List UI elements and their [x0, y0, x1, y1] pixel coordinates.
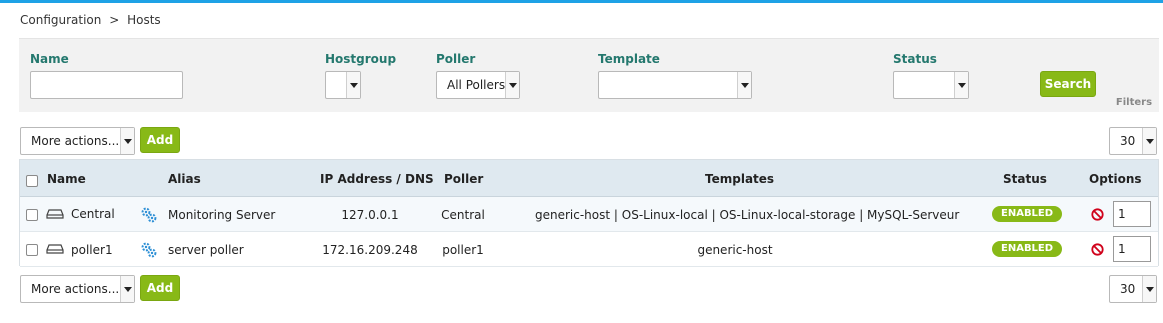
breadcrumb-hosts[interactable]: Hosts	[127, 13, 161, 27]
hosts-table: Name Alias IP Address / DNS Poller Templ…	[19, 159, 1159, 267]
disable-icon[interactable]	[1091, 243, 1104, 256]
add-button-top[interactable]: Add	[140, 127, 180, 153]
add-button-bottom[interactable]: Add	[140, 275, 180, 301]
page-size-value: 30	[1120, 282, 1136, 296]
hostgroup-select[interactable]	[325, 71, 361, 99]
breadcrumb-separator: >	[109, 13, 120, 27]
host-name-link[interactable]: Central	[71, 207, 115, 221]
row-checkbox[interactable]	[26, 244, 38, 256]
chevron-down-icon	[346, 72, 360, 98]
gear-services-icon[interactable]	[140, 206, 158, 224]
header-options: Options	[1089, 172, 1142, 186]
table-header: Name Alias IP Address / DNS Poller Templ…	[20, 160, 1158, 197]
name-filter-input[interactable]	[30, 71, 183, 99]
host-alias: server poller	[168, 243, 244, 257]
header-poller[interactable]: Poller	[444, 172, 483, 186]
chevron-down-icon	[954, 72, 968, 98]
host-poller: poller1	[442, 243, 484, 257]
chevron-down-icon	[120, 276, 134, 302]
chevron-down-icon	[1142, 128, 1156, 154]
more-actions-select-top[interactable]: More actions...	[20, 127, 135, 155]
duplicate-count-input[interactable]: 1	[1113, 236, 1151, 262]
chevron-down-icon	[505, 72, 519, 98]
name-filter-label: Name	[30, 52, 69, 66]
chevron-down-icon	[1142, 276, 1156, 302]
header-templates[interactable]: Templates	[705, 172, 774, 186]
chevron-down-icon	[737, 72, 751, 98]
table-row: Central Monitoring Server 127.0.0.1 Cent…	[20, 197, 1158, 232]
host-poller: Central	[441, 208, 485, 222]
page-size-value: 30	[1120, 134, 1136, 148]
template-select[interactable]	[598, 71, 752, 99]
select-all-checkbox[interactable]	[26, 175, 38, 187]
chevron-down-icon	[120, 128, 134, 154]
host-templates: generic-host | OS-Linux-local | OS-Linux…	[535, 208, 960, 222]
page-size-select-bottom[interactable]: 30	[1109, 275, 1157, 303]
header-ip[interactable]: IP Address / DNS	[320, 172, 434, 186]
more-actions-value: More actions...	[31, 282, 120, 296]
poller-filter-label: Poller	[436, 52, 476, 66]
row-checkbox[interactable]	[26, 209, 38, 221]
host-alias: Monitoring Server	[168, 208, 276, 222]
header-name[interactable]: Name	[47, 172, 86, 186]
filter-panel: Name Hostgroup Poller All Pollers Templa…	[19, 38, 1159, 112]
template-filter-label: Template	[598, 52, 660, 66]
more-actions-select-bottom[interactable]: More actions...	[20, 275, 135, 303]
poller-select[interactable]: All Pollers	[436, 71, 520, 99]
header-alias[interactable]: Alias	[168, 172, 201, 186]
status-badge: ENABLED	[992, 241, 1063, 257]
page-size-select-top[interactable]: 30	[1109, 127, 1157, 155]
gear-services-icon[interactable]	[140, 241, 158, 259]
filters-tab[interactable]: Filters	[1110, 92, 1158, 112]
host-name-link[interactable]: poller1	[71, 243, 113, 257]
table-row: poller1 server poller 172.16.209.248 pol…	[20, 232, 1158, 267]
disable-icon[interactable]	[1091, 208, 1104, 221]
host-templates: generic-host	[697, 243, 773, 257]
search-button[interactable]: Search	[1040, 71, 1096, 97]
status-filter-label: Status	[893, 52, 937, 66]
host-ip: 127.0.0.1	[341, 208, 399, 222]
host-ip: 172.16.209.248	[322, 243, 418, 257]
duplicate-count-input[interactable]: 1	[1113, 201, 1151, 227]
breadcrumb-configuration[interactable]: Configuration	[20, 13, 101, 27]
status-select[interactable]	[893, 71, 969, 99]
more-actions-value: More actions...	[31, 134, 120, 148]
breadcrumb: Configuration > Hosts	[20, 13, 165, 27]
poller-select-value: All Pollers	[447, 78, 506, 92]
hostgroup-filter-label: Hostgroup	[325, 52, 397, 66]
host-icon	[46, 209, 64, 219]
status-badge: ENABLED	[992, 206, 1063, 222]
header-status[interactable]: Status	[1003, 172, 1047, 186]
top-accent-bar	[0, 0, 1163, 3]
host-icon	[46, 244, 64, 254]
